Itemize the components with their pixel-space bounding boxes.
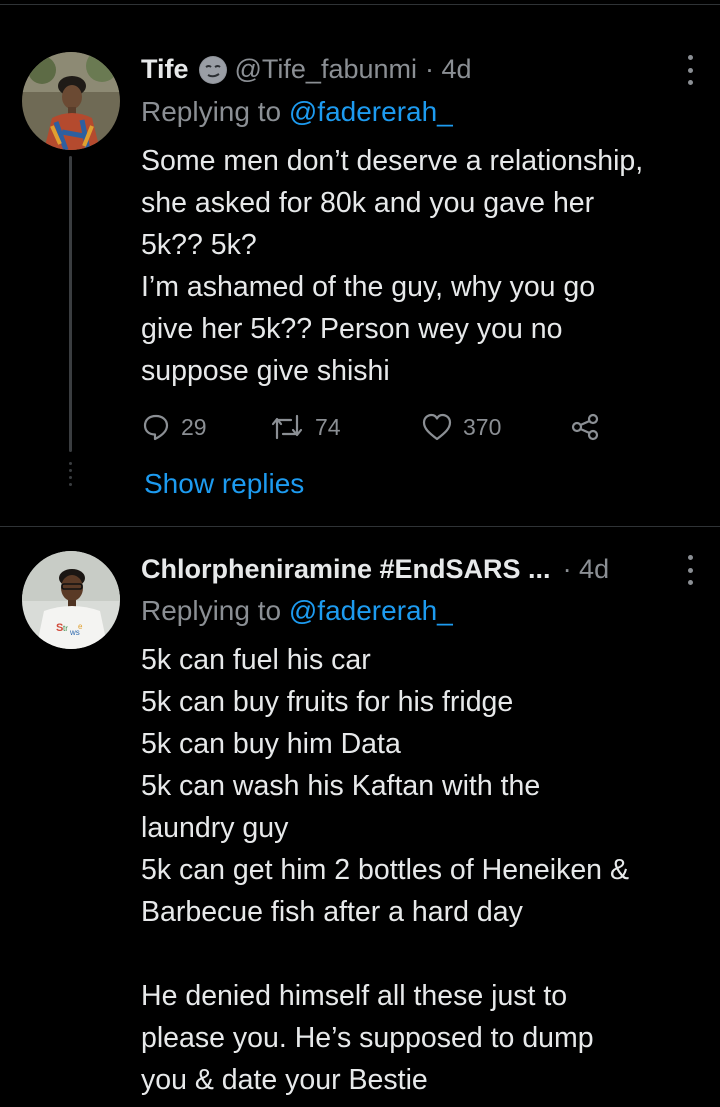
text-line: Some men don’t deserve a relationship, <box>141 145 644 177</box>
share-icon <box>571 413 599 441</box>
timestamp[interactable]: · 4d <box>563 554 610 585</box>
text-line: you & date your Bestie <box>141 1064 428 1096</box>
text-line: He denied himself all these just to <box>141 980 568 1012</box>
retweet-button[interactable]: 74 <box>269 412 421 442</box>
mention-link[interactable]: @fadererah_ <box>289 595 453 626</box>
more-options-icon[interactable] <box>680 55 700 85</box>
like-count: 370 <box>463 413 502 440</box>
svg-text:tr: tr <box>63 624 68 633</box>
mention-link[interactable]: @fadererah_ <box>289 96 453 127</box>
tweet-text: 5k can fuel his car 5k can buy fruits fo… <box>141 639 706 1101</box>
avatar-photo: S tr ws e <box>22 551 120 649</box>
avatar-tife[interactable] <box>22 52 120 150</box>
text-line: 5k?? 5k? <box>141 229 257 261</box>
retweet-icon <box>271 414 303 440</box>
tweet-header: Chlorpheniramine #EndSARS ... · 4d <box>141 549 700 589</box>
tweet-header: Tife @Tife_fabunmi · 4d <box>141 49 700 89</box>
share-button[interactable] <box>569 412 601 442</box>
smirk-emoji-icon <box>198 56 227 84</box>
like-icon <box>422 413 452 441</box>
thread-line <box>69 156 72 452</box>
like-button[interactable]: 370 <box>421 412 569 442</box>
text-line: 5k can buy him Data <box>141 728 401 760</box>
text-line: she asked for 80k and you gave her <box>141 187 595 219</box>
retweet-count: 74 <box>315 413 341 440</box>
display-name[interactable]: Tife <box>141 54 189 85</box>
more-options-icon[interactable] <box>680 555 700 585</box>
avatar-chlorpheniramine[interactable]: S tr ws e <box>22 551 120 649</box>
reply-button[interactable]: 29 <box>141 412 269 442</box>
text-line: please you. He’s supposed to dump <box>141 1022 594 1054</box>
svg-text:e: e <box>78 622 83 631</box>
show-replies-link[interactable]: Show replies <box>144 468 304 500</box>
replying-to: Replying to @fadererah_ <box>141 595 453 627</box>
text-line: laundry guy <box>141 812 289 844</box>
replying-to-label: Replying to <box>141 96 289 127</box>
reply-count: 29 <box>181 413 207 440</box>
text-line: 5k can buy fruits for his fridge <box>141 686 514 718</box>
display-name[interactable]: Chlorpheniramine #EndSARS ... <box>141 554 551 585</box>
tweet-text: Some men don’t deserve a relationship, s… <box>141 140 706 392</box>
replying-to: Replying to @fadererah_ <box>141 96 453 128</box>
tweet-actions: 29 74 370 <box>141 410 601 444</box>
reply-icon <box>143 414 169 441</box>
tweet-2[interactable]: S tr ws e Chlorpheniramine #EndSARS ... … <box>0 527 720 1107</box>
thread-gap-dots <box>69 462 72 490</box>
text-line: 5k can fuel his car <box>141 644 371 676</box>
text-line: give her 5k?? Person wey you no <box>141 313 563 345</box>
text-line: Barbecue fish after a hard day <box>141 896 523 928</box>
text-line: 5k can get him 2 bottles of Heneiken & <box>141 854 629 886</box>
tweet-1[interactable]: Tife @Tife_fabunmi · 4d Replying to @fad… <box>0 0 720 526</box>
user-handle[interactable]: @Tife_fabunmi <box>235 54 418 85</box>
timestamp[interactable]: · 4d <box>425 54 472 85</box>
avatar-photo <box>22 52 120 150</box>
text-line: 5k can wash his Kaftan with the <box>141 770 541 802</box>
text-line: I’m ashamed of the guy, why you go <box>141 271 596 303</box>
text-line: suppose give shishi <box>141 355 390 387</box>
replying-to-label: Replying to <box>141 595 289 626</box>
text-line <box>141 933 706 975</box>
